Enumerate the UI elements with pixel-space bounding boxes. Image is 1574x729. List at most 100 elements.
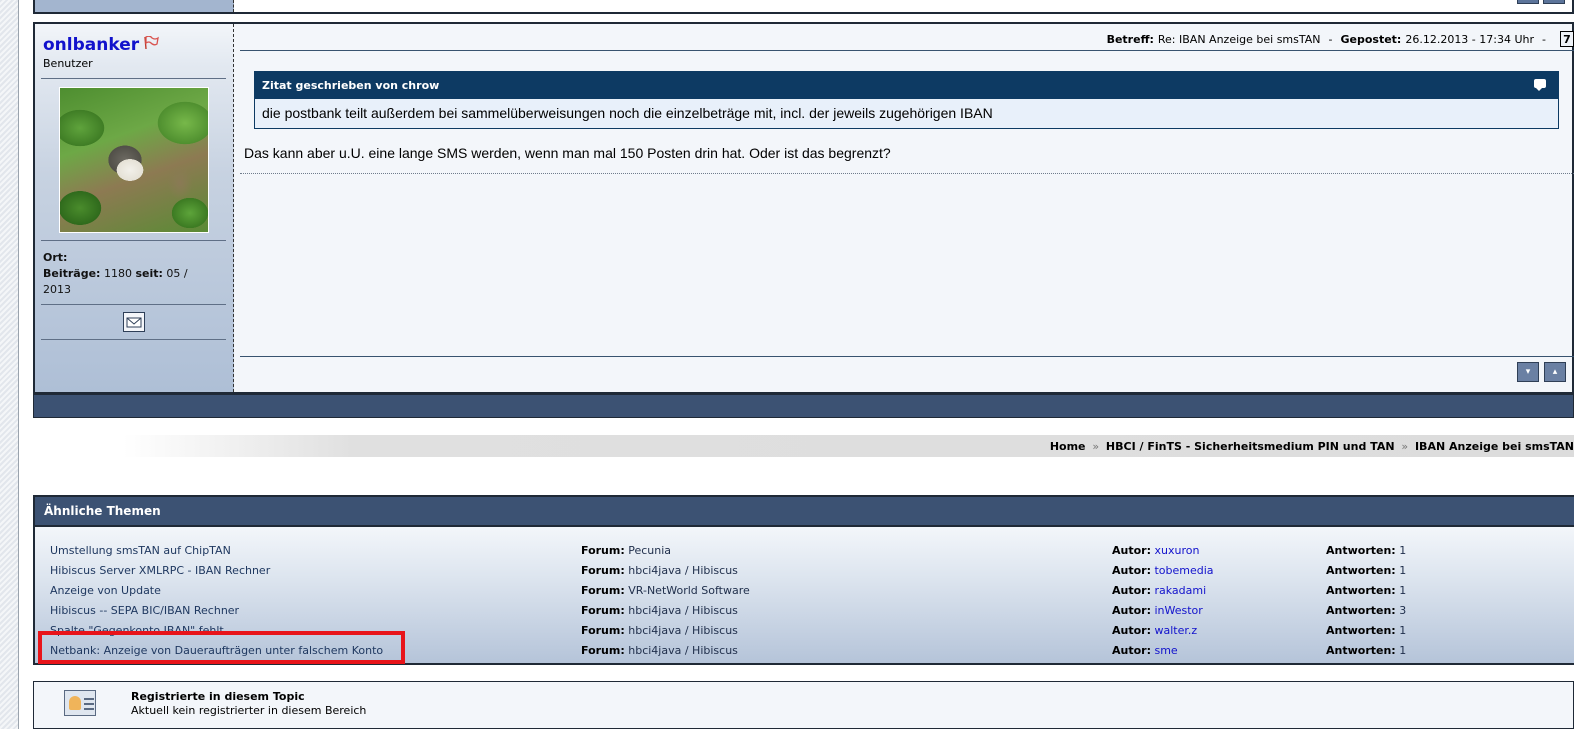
topic-author: Autor: tobemedia xyxy=(1112,564,1214,577)
author-label: Autor: xyxy=(1112,644,1151,657)
breadcrumb-home[interactable]: Home xyxy=(1050,440,1086,453)
quote-header: Zitat geschrieben von chrow xyxy=(255,72,1558,99)
forum-label: Forum: xyxy=(581,624,625,637)
forum-value: hbci4java / Hibiscus xyxy=(628,564,738,577)
page-left-border xyxy=(0,0,19,729)
quote-button[interactable]: 7 xyxy=(1560,31,1574,47)
topic-author: Autor: xuxuron xyxy=(1112,544,1199,557)
answers-value: 1 xyxy=(1399,564,1407,577)
signature-divider xyxy=(240,173,1574,174)
topic-author: Autor: rakadami xyxy=(1112,584,1206,597)
forum-value: Pecunia xyxy=(628,544,672,557)
similar-topics-panel: Ähnliche Themen Umstellung smsTAN auf Ch… xyxy=(33,495,1574,665)
answers-label: Antworten: xyxy=(1326,564,1396,577)
author-label: Autor: xyxy=(1112,564,1151,577)
forum-post: onlbanker Benutzer Ort: Beiträge: 1180 s… xyxy=(33,22,1574,394)
highlight-annotation-box xyxy=(38,631,405,664)
location-label: Ort: xyxy=(43,251,68,264)
registered-users-panel: Registrierte in diesem Topic Aktuell kei… xyxy=(33,681,1574,729)
previous-post-sidebar xyxy=(35,0,234,12)
topic-link[interactable]: Anzeige von Update xyxy=(50,584,161,597)
quote-text: die postbank teilt außerdem bei sammelüb… xyxy=(262,105,993,121)
post-author-sidebar: onlbanker Benutzer Ort: Beiträge: 1180 s… xyxy=(35,24,234,392)
topic-link[interactable]: Umstellung smsTAN auf ChipTAN xyxy=(50,544,231,557)
scroll-up-button[interactable]: ▴ xyxy=(1544,362,1566,382)
answers-label: Antworten: xyxy=(1326,584,1396,597)
header-separator: - xyxy=(1328,32,1333,46)
author-link[interactable]: xuxuron xyxy=(1154,544,1199,557)
sidebar-divider xyxy=(41,339,226,340)
post-content: Betreff: Re: IBAN Anzeige bei smsTAN - G… xyxy=(240,24,1574,392)
topic-link[interactable]: Hibiscus -- SEPA BIC/IBAN Rechner xyxy=(50,604,239,617)
forum-value: hbci4java / Hibiscus xyxy=(628,624,738,637)
forum-value: VR-NetWorld Software xyxy=(628,584,750,597)
topic-forum: Forum: hbci4java / Hibiscus xyxy=(581,624,738,637)
answers-label: Antworten: xyxy=(1326,624,1396,637)
answers-value: 3 xyxy=(1399,604,1407,617)
topic-forum: Forum: hbci4java / Hibiscus xyxy=(581,644,738,657)
answers-value: 1 xyxy=(1399,644,1407,657)
similar-topic-row: Umstellung smsTAN auf ChipTAN Forum: Pec… xyxy=(35,541,1574,561)
speech-bubble-icon xyxy=(1534,79,1546,91)
quote-title: Zitat geschrieben von chrow xyxy=(262,79,440,92)
posted-value: 26.12.2013 - 17:34 Uhr xyxy=(1405,32,1535,46)
topic-link[interactable]: Hibiscus Server XMLRPC - IBAN Rechner xyxy=(50,564,270,577)
previous-post-up-button[interactable] xyxy=(1543,0,1565,4)
author-stats: Beiträge: 1180 seit: 05 / 2013 xyxy=(43,266,213,298)
author-link[interactable]: inWestor xyxy=(1154,604,1202,617)
flag-icon[interactable] xyxy=(143,35,159,50)
user-face-shape xyxy=(69,696,81,710)
forum-label: Forum: xyxy=(581,564,625,577)
posted-label: Gepostet: xyxy=(1340,32,1402,46)
header-separator: - xyxy=(1542,32,1546,46)
forum-label: Forum: xyxy=(581,584,625,597)
topic-answers: Antworten: 1 xyxy=(1326,564,1406,577)
author-link[interactable]: tobemedia xyxy=(1154,564,1213,577)
author-avatar xyxy=(59,87,209,233)
forum-label: Forum: xyxy=(581,644,625,657)
author-username[interactable]: onlbanker xyxy=(43,35,139,55)
email-icon[interactable] xyxy=(123,312,145,332)
similar-topic-row: Hibiscus -- SEPA BIC/IBAN Rechner Forum:… xyxy=(35,601,1574,621)
header-divider xyxy=(240,50,1574,51)
breadcrumb-separator: » xyxy=(1092,440,1100,453)
icon-line xyxy=(84,708,94,710)
author-label: Autor: xyxy=(1112,584,1151,597)
scroll-down-button[interactable]: ▾ xyxy=(1517,362,1539,382)
breadcrumb-forum[interactable]: HBCI / FinTS - Sicherheitsmedium PIN und… xyxy=(1106,440,1395,453)
author-link[interactable]: walter.z xyxy=(1154,624,1197,637)
post-footer-bar xyxy=(33,394,1574,418)
previous-post-tail xyxy=(33,0,1574,14)
users-icon xyxy=(64,690,96,716)
icon-line xyxy=(84,698,94,700)
breadcrumb: Home » HBCI / FinTS - Sicherheitsmedium … xyxy=(1050,440,1574,453)
sidebar-divider xyxy=(41,240,226,241)
page-left-gap xyxy=(20,0,33,729)
author-link[interactable]: sme xyxy=(1154,644,1177,657)
subject-label: Betreff: xyxy=(1106,32,1154,46)
topic-author: Autor: walter.z xyxy=(1112,624,1197,637)
topic-forum: Forum: VR-NetWorld Software xyxy=(581,584,750,597)
registered-users-text: Aktuell kein registrierter in diesem Ber… xyxy=(131,704,367,717)
author-label: Autor: xyxy=(1112,624,1151,637)
similar-topic-row: Anzeige von Update Forum: VR-NetWorld So… xyxy=(35,581,1574,601)
answers-label: Antworten: xyxy=(1326,644,1396,657)
arrow-down-icon: ▾ xyxy=(1525,367,1531,377)
answers-label: Antworten: xyxy=(1326,544,1396,557)
answers-value: 1 xyxy=(1399,624,1407,637)
author-location: Ort: xyxy=(43,250,67,266)
sidebar-divider xyxy=(41,304,226,305)
topic-answers: Antworten: 1 xyxy=(1326,644,1406,657)
breadcrumb-bar: Home » HBCI / FinTS - Sicherheitsmedium … xyxy=(33,435,1574,457)
author-link[interactable]: rakadami xyxy=(1154,584,1206,597)
topic-answers: Antworten: 3 xyxy=(1326,604,1406,617)
similar-topics-title: Ähnliche Themen xyxy=(35,497,1574,527)
topic-author: Autor: sme xyxy=(1112,644,1178,657)
topic-answers: Antworten: 1 xyxy=(1326,584,1406,597)
posts-count-label: Beiträge: xyxy=(43,267,101,280)
topic-author: Autor: inWestor xyxy=(1112,604,1203,617)
previous-post-down-button[interactable] xyxy=(1517,0,1539,4)
breadcrumb-topic[interactable]: IBAN Anzeige bei smsTAN xyxy=(1415,440,1574,453)
breadcrumb-separator: » xyxy=(1401,440,1409,453)
sidebar-divider xyxy=(41,78,226,79)
